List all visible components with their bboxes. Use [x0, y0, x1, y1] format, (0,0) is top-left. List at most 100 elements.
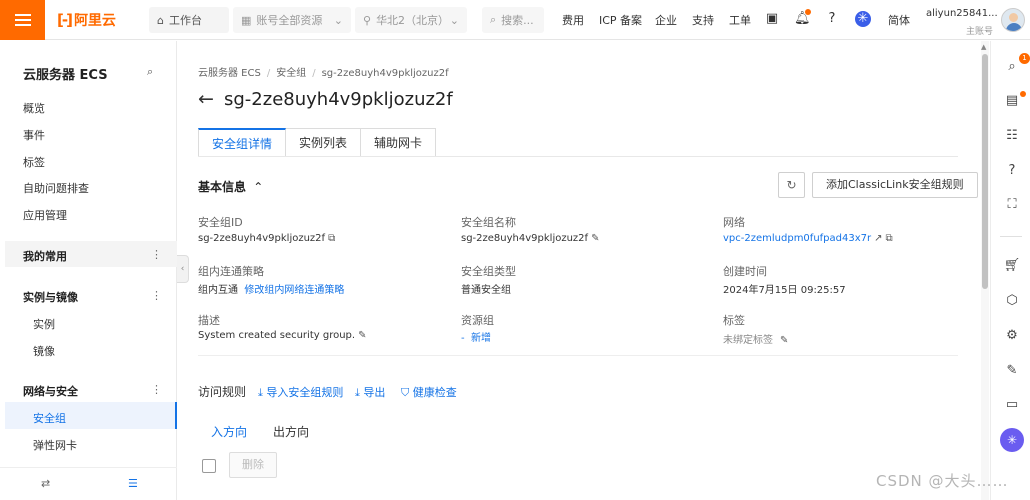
topbar-link-support[interactable]: 支持	[692, 12, 714, 28]
delete-button[interactable]: 删除	[229, 452, 277, 478]
region-select[interactable]: ⚲ 华北2（北京） ⌄	[355, 7, 467, 33]
edit-icon[interactable]: ✎	[780, 335, 788, 346]
refresh-icon: ↻	[786, 178, 797, 192]
chevron-down-icon: ⌄	[449, 13, 459, 27]
edit-icon[interactable]: ✎	[591, 233, 599, 244]
sidebar: 云服务器 ECS ⌕ 概览 事件 标签 自助问题排查 应用管理 我的常用 ⋮ 实…	[0, 41, 177, 500]
workbench-button[interactable]: ⌂ 工作台	[149, 7, 229, 33]
scroll-up-arrow-icon[interactable]: ▲	[981, 43, 986, 51]
refresh-button[interactable]: ↻	[778, 172, 805, 198]
switch-icon[interactable]: ⇄	[41, 477, 50, 490]
chevron-up-icon: ⌃	[253, 180, 264, 194]
health-check-link[interactable]: ⛉ 健康检查	[401, 384, 457, 400]
basic-info-toggle[interactable]: 基本信息 ⌃	[198, 178, 263, 195]
external-link-icon[interactable]: ↗	[874, 233, 882, 244]
list-icon[interactable]: ☰	[128, 477, 138, 490]
sidebar-item-security-group[interactable]: 安全组	[33, 410, 66, 426]
select-all-checkbox[interactable]	[202, 459, 216, 473]
sg-id-value: sg-2ze8uyh4v9pkljozuz2f ⧉	[198, 233, 335, 244]
aliyun-logo[interactable]: [-] 阿里云	[45, 0, 137, 40]
sidebar-item-overview[interactable]: 概览	[23, 100, 45, 116]
field-label: 描述	[198, 314, 220, 327]
field-label: 安全组类型	[461, 265, 516, 278]
vpc-link[interactable]: vpc-2zemludpm0fufpad43x7r	[723, 233, 871, 244]
sidebar-item-events[interactable]: 事件	[23, 127, 45, 143]
more-vertical-icon[interactable]: ⋮	[151, 383, 162, 396]
topbar-link-ticket[interactable]: 工单	[729, 12, 751, 28]
ai-assistant-icon[interactable]: ✳	[855, 11, 871, 27]
avatar[interactable]	[1001, 8, 1025, 32]
modify-policy-link[interactable]: 修改组内网络连通策略	[244, 285, 344, 296]
scrollbar-thumb[interactable]	[982, 54, 988, 289]
notification-dot	[805, 9, 811, 15]
export-icon: ⤓	[355, 386, 360, 399]
tab-instances[interactable]: 实例列表	[286, 128, 362, 157]
terminal-icon[interactable]: ▣	[764, 11, 780, 27]
search-icon[interactable]: ⌕	[147, 65, 153, 79]
copy-icon[interactable]: ⧉	[886, 233, 893, 244]
logo-bracket-icon: [-]	[57, 10, 73, 29]
sg-id-text: sg-2ze8uyh4v9pkljozuz2f	[198, 233, 326, 244]
intra-policy-value: 组内互通 修改组内网络连通策略	[198, 281, 344, 296]
sidebar-item-tags[interactable]: 标签	[23, 154, 45, 170]
book-icon[interactable]: ▤	[1003, 92, 1021, 110]
add-resource-group-link[interactable]: 新增	[471, 333, 491, 344]
breadcrumb-item[interactable]: 云服务器 ECS	[198, 68, 261, 79]
username[interactable]: aliyun25841...	[926, 8, 998, 19]
intra-policy-text: 组内互通	[198, 285, 238, 296]
sidebar-group-label[interactable]: 实例与镜像	[23, 289, 78, 305]
expand-icon[interactable]: ⛶	[1003, 196, 1021, 214]
topbar-link-icp[interactable]: ICP 备案	[599, 12, 642, 28]
cube-icon[interactable]: ⬡	[1003, 292, 1021, 310]
health-check-label: 健康检查	[412, 386, 457, 399]
sidebar-item-images[interactable]: 镜像	[33, 343, 55, 359]
sidebar-group-label[interactable]: 网络与安全	[23, 383, 78, 399]
breadcrumb: 云服务器 ECS / 安全组 / sg-2ze8uyh4v9pkljozuz2f	[198, 64, 449, 79]
language-switch[interactable]: 简体	[888, 12, 910, 28]
tab-eni[interactable]: 辅助网卡	[361, 128, 437, 157]
sidebar-item-troubleshoot[interactable]: 自助问题排查	[23, 180, 89, 196]
resource-group-text: -	[461, 333, 465, 344]
hamburger-menu-icon[interactable]	[0, 0, 45, 40]
more-vertical-icon[interactable]: ⋮	[151, 289, 162, 302]
help-icon[interactable]: ?	[824, 11, 840, 27]
help-icon[interactable]: ?	[1003, 162, 1021, 180]
cart-icon[interactable]: 🛒︎	[1003, 257, 1021, 275]
ai-assistant-icon[interactable]: ✳	[1000, 428, 1024, 452]
chat-icon[interactable]: ▭	[1003, 396, 1021, 414]
search-input[interactable]: ⌕ 搜索...	[482, 7, 544, 33]
tab-outbound[interactable]: 出方向	[273, 423, 309, 440]
sidebar-title: 云服务器 ECS	[23, 68, 108, 83]
tags-text: 未绑定标签	[723, 335, 773, 346]
account-scope-select[interactable]: ▦ 账号全部资源 ⌄	[233, 7, 351, 33]
gear-icon[interactable]: ⚙	[1003, 327, 1021, 345]
back-arrow-icon[interactable]: ←	[198, 88, 214, 110]
edit-icon[interactable]: ✎	[358, 330, 366, 341]
breadcrumb-separator: /	[266, 68, 271, 79]
document-icon[interactable]: ☷	[1003, 127, 1021, 145]
user-role: 主账号	[966, 27, 994, 37]
field-label: 安全组名称	[461, 216, 516, 229]
export-label: 导出	[363, 386, 386, 399]
copy-icon[interactable]: ⧉	[328, 233, 335, 244]
export-link[interactable]: ⤓ 导出	[355, 384, 385, 400]
sg-name-text: sg-2ze8uyh4v9pkljozuz2f	[461, 233, 589, 244]
sidebar-item-app-management[interactable]: 应用管理	[23, 207, 67, 223]
breadcrumb-item[interactable]: 安全组	[276, 68, 306, 79]
import-rules-link[interactable]: ⤓ 导入安全组规则	[258, 384, 343, 400]
sidebar-item-instances[interactable]: 实例	[33, 316, 55, 332]
edit-icon[interactable]: ✎	[1003, 362, 1021, 380]
topbar-link-enterprise[interactable]: 企业	[655, 12, 677, 28]
sidebar-group-label: 我的常用	[23, 250, 67, 263]
add-classiclink-rule-button[interactable]: 添加ClassicLink安全组规则	[812, 172, 978, 198]
workbench-label: 工作台	[168, 14, 202, 27]
more-vertical-icon[interactable]: ⋮	[151, 248, 162, 261]
field-label: 组内连通策略	[198, 265, 264, 278]
topbar-link-billing[interactable]: 费用	[562, 12, 584, 28]
section-title: 基本信息	[198, 180, 247, 194]
search-icon[interactable]: ⌕	[1003, 58, 1021, 76]
tab-details[interactable]: 安全组详情	[198, 128, 287, 157]
tab-inbound[interactable]: 入方向	[211, 423, 247, 440]
sidebar-item-eni[interactable]: 弹性网卡	[33, 437, 77, 453]
field-label: 安全组ID	[198, 216, 243, 229]
